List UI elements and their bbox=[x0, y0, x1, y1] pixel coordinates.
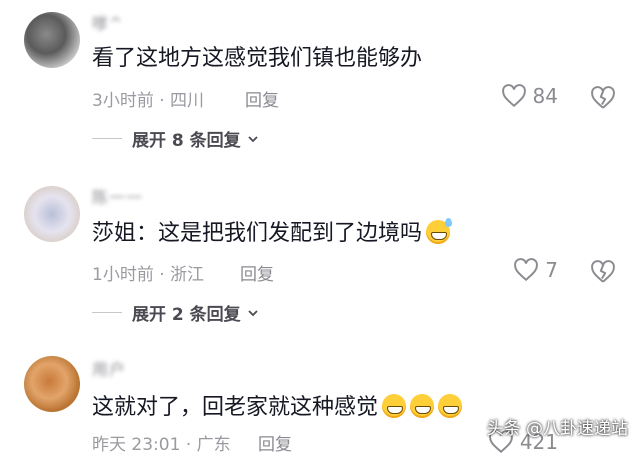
heart-icon bbox=[514, 258, 539, 282]
comment-location: 广东 bbox=[196, 435, 231, 455]
watermark: 头条 @八卦速递站 bbox=[486, 419, 628, 439]
comment-location: 浙江 bbox=[170, 265, 205, 285]
comment-username[interactable]: 嗲^ bbox=[92, 10, 123, 34]
broken-heart-icon[interactable] bbox=[590, 260, 616, 284]
expand-label: 展开 2 条回复 bbox=[132, 305, 241, 325]
comment-meta: 昨天 23:01 · 广东 bbox=[92, 435, 231, 455]
comment-text: 莎姐：这是把我们发配到了边境吗 bbox=[92, 218, 453, 247]
avatar[interactable] bbox=[24, 186, 80, 242]
like-count: 84 bbox=[532, 84, 558, 108]
heart-icon bbox=[501, 84, 526, 108]
reply-button[interactable]: 回复 bbox=[245, 86, 279, 111]
reply-button[interactable]: 回复 bbox=[240, 260, 274, 285]
comment-text: 看了这地方这感觉我们镇也能够办 bbox=[92, 46, 423, 71]
comment-time: 3小时前 bbox=[92, 91, 154, 111]
comment-meta: 3小时前 · 四川 bbox=[92, 91, 205, 111]
comment-username[interactable]: 陈一一 bbox=[92, 184, 143, 208]
comment-time: 1小时前 bbox=[92, 265, 154, 285]
expand-replies-button[interactable]: 展开 8 条回复 bbox=[92, 126, 259, 151]
avatar[interactable] bbox=[24, 12, 80, 68]
avatar[interactable] bbox=[24, 356, 80, 412]
broken-heart-icon[interactable] bbox=[590, 86, 616, 110]
like-button[interactable]: 84 bbox=[501, 84, 558, 108]
expand-replies-button[interactable]: 展开 2 条回复 bbox=[92, 300, 259, 325]
comment-username[interactable]: 用户 bbox=[92, 356, 126, 380]
expand-label: 展开 8 条回复 bbox=[132, 131, 241, 151]
comment-text: 这就对了，回老家就这种感觉 bbox=[92, 394, 463, 421]
comment-time: 昨天 23:01 bbox=[92, 435, 181, 455]
divider-line bbox=[92, 312, 122, 313]
divider-line bbox=[92, 138, 122, 139]
grin-emoji-icon bbox=[410, 394, 435, 418]
comment-meta: 1小时前 · 浙江 bbox=[92, 265, 205, 285]
like-count: 7 bbox=[545, 258, 558, 282]
chevron-down-icon bbox=[248, 309, 258, 316]
sweat-grin-emoji-icon bbox=[426, 218, 453, 244]
comment-location: 四川 bbox=[170, 91, 205, 111]
grin-emoji-icon bbox=[382, 394, 407, 418]
like-button[interactable]: 7 bbox=[513, 258, 558, 282]
chevron-down-icon bbox=[248, 135, 258, 142]
grin-emoji-icon bbox=[438, 394, 463, 418]
reply-button[interactable]: 回复 bbox=[258, 430, 292, 455]
